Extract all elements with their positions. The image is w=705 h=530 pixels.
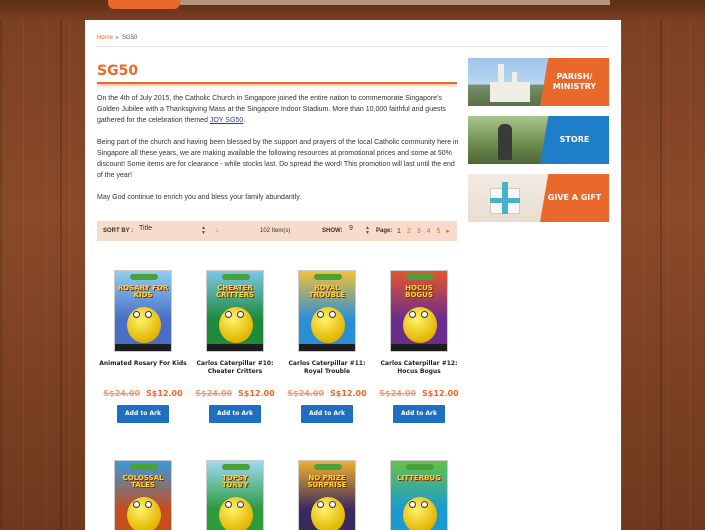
product-cover-image[interactable]: COLOSSAL TALES xyxy=(114,460,172,530)
breadcrumb-home-link[interactable]: Home xyxy=(97,35,113,41)
page-link-2[interactable]: 2 xyxy=(407,228,411,235)
sort-by-select[interactable]: Title xyxy=(139,225,207,237)
item-count: 102 Item(s) xyxy=(260,228,291,234)
cover-title: ROYAL TROUBLE xyxy=(308,284,346,299)
old-price: S$24.00 xyxy=(103,389,140,398)
intro-paragraph-3: May God continue to enrich you and bless… xyxy=(97,194,302,201)
parish-label-line2: MINISTRY xyxy=(552,82,597,91)
intro-paragraph-1: On the 4th of July 2015, the Catholic Ch… xyxy=(97,93,459,126)
product-name-link[interactable]: Animated Rosary For Kids xyxy=(97,360,189,368)
parish-ministry-label: PARISH/MINISTRY xyxy=(540,58,609,106)
product-cover-image[interactable]: ROSARY FOR KIDS xyxy=(114,270,172,352)
intro-paragraph-2: Being part of the church and having been… xyxy=(97,139,459,179)
old-price: S$24.00 xyxy=(379,389,416,398)
pagination: 1 2 3 4 5 ▸ xyxy=(397,227,454,235)
old-price: S$24.00 xyxy=(287,389,324,398)
sort-direction-icon[interactable]: ↓ xyxy=(215,225,219,234)
sale-price: S$12.00 xyxy=(238,389,275,398)
church-photo xyxy=(468,58,548,106)
header-torn-edge xyxy=(180,0,610,5)
store-banner[interactable]: STORE xyxy=(468,116,609,164)
site-logo[interactable] xyxy=(108,0,180,9)
product-cover-image[interactable]: TOPSY TURVY xyxy=(206,460,264,530)
content-page: Home ▸ SG50 SG50 On the 4th of July 2015, … xyxy=(85,20,621,530)
product-cover-image[interactable]: ROYAL TROUBLE xyxy=(298,270,356,352)
product-prices: S$24.00 S$12.00 xyxy=(189,389,281,398)
old-price: S$24.00 xyxy=(195,389,232,398)
joy-sg50-link[interactable]: JOY SG50 xyxy=(210,117,243,124)
product-prices: S$24.00 S$12.00 xyxy=(281,389,373,398)
statue-photo xyxy=(468,116,548,164)
page-label: Page: xyxy=(376,228,393,234)
page-link-5[interactable]: 5 xyxy=(436,228,440,235)
intro-p1-end: . xyxy=(243,117,246,124)
product-cover-image[interactable]: LITTERBUG xyxy=(390,460,448,530)
product-cover-image[interactable]: CHEATER CRITTERS xyxy=(206,270,264,352)
give-a-gift-label: GIVE A GIFT xyxy=(540,174,609,222)
breadcrumb-divider xyxy=(97,46,609,47)
product-prices: S$24.00 S$12.00 xyxy=(97,389,189,398)
cover-title: CHEATER CRITTERS xyxy=(215,284,255,299)
store-label: STORE xyxy=(540,116,609,164)
page-link-3[interactable]: 3 xyxy=(417,228,421,235)
breadcrumb-separator: ▸ xyxy=(116,35,120,41)
cover-title: TOPSY TURVY xyxy=(221,474,249,489)
product-name-link[interactable]: Carlos Caterpillar #12: Hocus Bogus xyxy=(373,360,465,376)
add-to-ark-button[interactable]: Add to Ark xyxy=(209,405,261,423)
add-to-ark-button[interactable]: Add to Ark xyxy=(393,405,445,423)
sort-by-label: SORT BY : xyxy=(103,228,134,234)
sort-select-arrows-icon: ▲ ▼ xyxy=(201,225,206,236)
give-a-gift-banner[interactable]: GIVE A GIFT xyxy=(468,174,609,222)
page-title: SG50 xyxy=(97,63,139,79)
product-cover-image[interactable]: NO PRIZE SURPRISE xyxy=(298,460,356,530)
product-name-link[interactable]: Carlos Caterpillar #11: Royal Trouble xyxy=(281,360,373,376)
show-label: SHOW: xyxy=(322,228,343,234)
page-link-4[interactable]: 4 xyxy=(427,228,431,235)
cover-title: NO PRIZE SURPRISE xyxy=(307,474,347,489)
product-grid: ROSARY FOR KIDS Animated Rosary For Kids S… xyxy=(97,249,459,530)
intro-p1-text: On the 4th of July 2015, the Catholic Ch… xyxy=(97,95,446,124)
sale-price: S$12.00 xyxy=(146,389,183,398)
show-per-page-select[interactable]: 9 xyxy=(349,225,353,232)
cover-title: COLOSSAL TALES xyxy=(122,474,164,489)
sale-price: S$12.00 xyxy=(330,389,367,398)
add-to-ark-button[interactable]: Add to Ark xyxy=(117,405,169,423)
product-prices: S$24.00 S$12.00 xyxy=(373,389,465,398)
add-to-ark-button[interactable]: Add to Ark xyxy=(301,405,353,423)
show-select-arrows-icon: ▲ ▼ xyxy=(365,225,370,236)
sale-price: S$12.00 xyxy=(422,389,459,398)
page-link-1[interactable]: 1 xyxy=(397,228,401,235)
product-cover-image[interactable]: HOCUS BOGUS xyxy=(390,270,448,352)
gift-box-photo xyxy=(468,174,548,222)
breadcrumb-current: SG50 xyxy=(122,35,138,41)
cover-title: ROSARY FOR KIDS xyxy=(117,284,169,299)
product-toolbar: SORT BY : Title ▲ ▼ ↓ 102 Item(s) SHOW: 9… xyxy=(97,221,457,241)
cover-title: LITTERBUG xyxy=(397,474,441,482)
product-name-link[interactable]: Carlos Caterpillar #10: Cheater Critters xyxy=(189,360,281,376)
breadcrumb: Home ▸ SG50 xyxy=(97,34,137,41)
next-page-arrow-icon[interactable]: ▸ xyxy=(446,228,450,235)
intro-text: On the 4th of July 2015, the Catholic Ch… xyxy=(97,93,459,214)
cover-title: HOCUS BOGUS xyxy=(405,284,433,299)
title-underline-shadow xyxy=(97,84,457,88)
parish-label-line1: PARISH/ xyxy=(556,72,593,81)
parish-ministry-banner[interactable]: PARISH/MINISTRY xyxy=(468,58,609,106)
